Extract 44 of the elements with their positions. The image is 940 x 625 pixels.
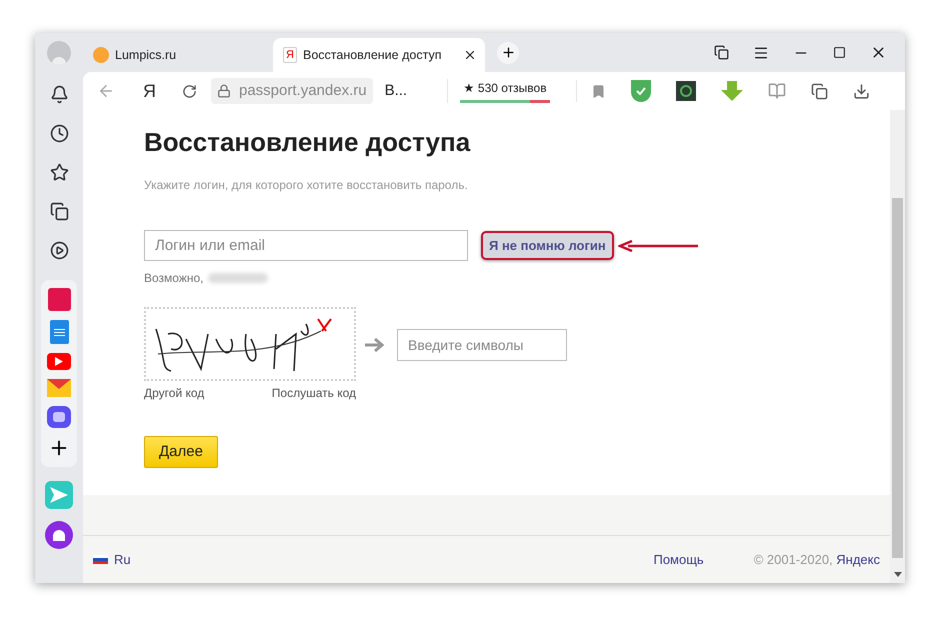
scrollbar[interactable] bbox=[890, 110, 905, 583]
maximize-icon[interactable] bbox=[833, 46, 846, 59]
download-icon[interactable] bbox=[853, 82, 870, 100]
page-heading: Восстановление доступа bbox=[144, 126, 472, 159]
hint-text: Укажите логин, для которого хотите восстановить пароль. bbox=[144, 177, 469, 194]
language-link[interactable]: Ru bbox=[114, 550, 131, 570]
extension-icon[interactable] bbox=[676, 81, 696, 101]
help-link[interactable]: Помощь bbox=[653, 550, 704, 570]
new-tab-icon[interactable] bbox=[497, 42, 519, 64]
suggestion-text: Возможно, bbox=[144, 270, 204, 287]
lock-icon bbox=[217, 84, 231, 98]
copyright-text: © 2001-2020, Яндекс bbox=[754, 550, 880, 569]
reader-icon[interactable] bbox=[768, 82, 786, 100]
brand-link[interactable]: Яндекс bbox=[836, 552, 880, 567]
bell-icon[interactable] bbox=[50, 85, 68, 104]
blurred-login bbox=[208, 273, 268, 283]
document-app-icon[interactable] bbox=[50, 320, 68, 344]
url-text: passport.yandex.ru bbox=[239, 80, 367, 101]
captcha-link[interactable]: Другой код bbox=[144, 384, 204, 402]
close-tab-icon[interactable] bbox=[463, 48, 477, 62]
site-icon: Я bbox=[283, 47, 297, 63]
browser-logo[interactable]: Я bbox=[143, 78, 156, 104]
flag-icon bbox=[93, 554, 108, 564]
browser-tab[interactable]: Я Восстановление доступ bbox=[273, 38, 485, 72]
captcha-field[interactable]: Введите символы bbox=[397, 328, 567, 360]
reviews-badge[interactable]: ★ 530 отзывов bbox=[464, 79, 547, 97]
star-icon[interactable] bbox=[50, 163, 68, 182]
play-icon[interactable] bbox=[50, 241, 68, 260]
menu-icon[interactable] bbox=[753, 44, 769, 60]
clock-icon[interactable] bbox=[50, 124, 68, 143]
shield-icon[interactable] bbox=[631, 80, 652, 102]
video-app-icon[interactable] bbox=[47, 353, 71, 370]
reload-icon[interactable] bbox=[182, 84, 197, 98]
forgot-login-link[interactable]: Я не помню логин bbox=[481, 230, 614, 260]
bookmark-icon[interactable] bbox=[591, 84, 606, 98]
login-field[interactable]: Логин или email bbox=[144, 230, 468, 261]
site-icon bbox=[93, 47, 109, 63]
page-title: В... bbox=[384, 80, 408, 101]
next-button[interactable]: Далее bbox=[144, 436, 218, 468]
captcha-link[interactable]: Послушать код bbox=[272, 384, 356, 402]
mail-app-icon[interactable] bbox=[47, 379, 71, 397]
scroll-down-icon[interactable] bbox=[894, 572, 902, 577]
arrow-icon bbox=[365, 336, 387, 352]
browser-tab[interactable]: Lumpics.ru bbox=[83, 38, 273, 72]
